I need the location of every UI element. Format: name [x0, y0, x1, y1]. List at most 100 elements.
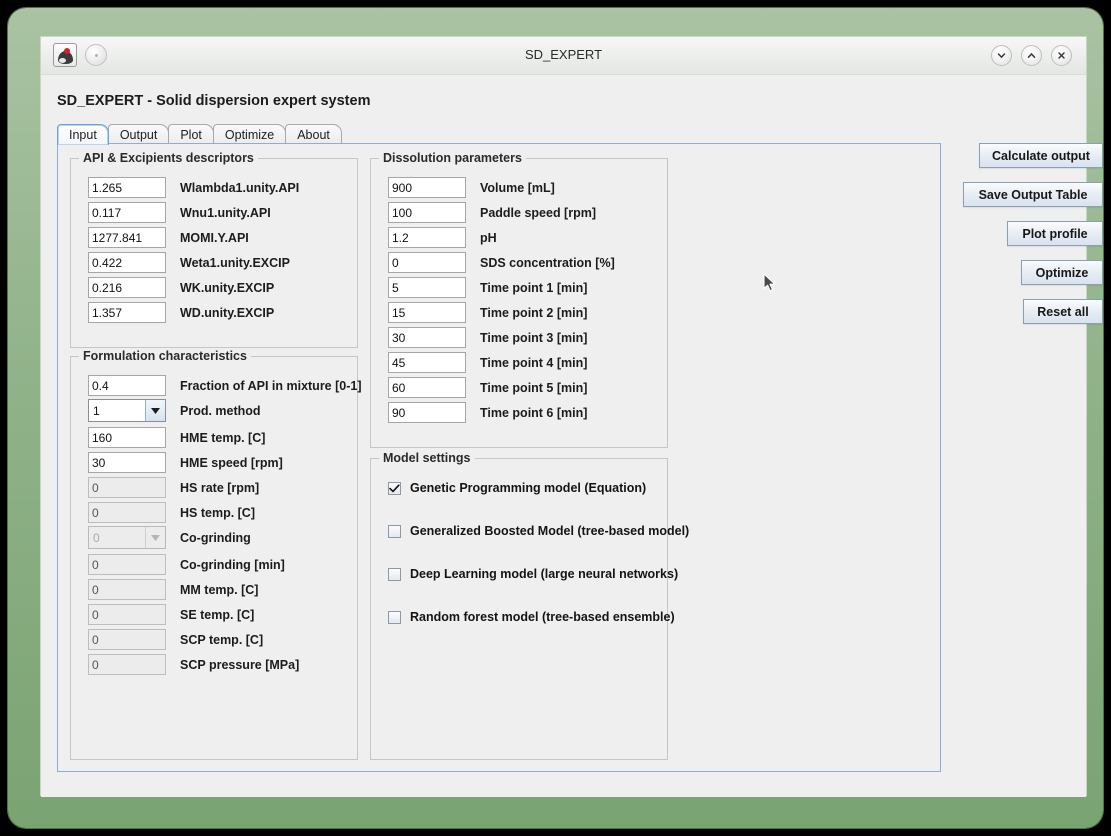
button-label: Plot profile	[1022, 226, 1088, 241]
field-label: SCP pressure [MPa]	[180, 657, 300, 672]
field-label: Fraction of API in mixture [0-1]	[180, 378, 362, 393]
window-title: SD_EXPERT	[524, 47, 603, 62]
input-time-point-1-min[interactable]: 5	[388, 277, 466, 298]
save-output-table-button[interactable]: Save Output Table	[963, 182, 1103, 207]
combo-value: 0	[93, 530, 100, 545]
minimize-button[interactable]	[991, 45, 1012, 66]
field-row-sds-concentration: 0 SDS concentration [%]	[388, 252, 615, 273]
field-label: Time point 5 [min]	[480, 380, 588, 395]
button-label: Reset all	[1037, 304, 1089, 319]
input-time-point-3-min[interactable]: 30	[388, 327, 466, 348]
optimize-button[interactable]: Optimize	[1021, 260, 1103, 285]
checkbox-row-genetic-programming-model-equation[interactable]: Genetic Programming model (Equation)	[388, 481, 646, 495]
field-row-co-grinding: 0 Co-grinding	[88, 526, 251, 549]
checkbox-unchecked-icon[interactable]	[388, 567, 401, 581]
checkbox-unchecked-icon[interactable]	[388, 610, 401, 624]
field-row-weta1-unity-excip: 0.422 Weta1.unity.EXCIP	[88, 252, 290, 273]
field-label: SCP temp. [C]	[180, 632, 264, 647]
input-time-point-6-min[interactable]: 90	[388, 402, 466, 423]
input-time-point-2-min[interactable]: 15	[388, 302, 466, 323]
tab-plot[interactable]: Plot	[168, 124, 214, 145]
calculate-output-button[interactable]: Calculate output	[979, 143, 1103, 168]
checkbox-unchecked-icon[interactable]	[388, 524, 401, 538]
field-row-time-point-2-min: 15 Time point 2 [min]	[388, 302, 587, 323]
field-label: HS temp. [C]	[180, 505, 255, 520]
group-legend-formulation: Formulation characteristics	[79, 349, 251, 363]
button-label: Save Output Table	[978, 187, 1088, 202]
field-label: SDS concentration [%]	[480, 255, 615, 270]
field-row-time-point-5-min: 60 Time point 5 [min]	[388, 377, 587, 398]
field-row-time-point-4-min: 45 Time point 4 [min]	[388, 352, 587, 373]
input-scp-pressure-mpa[interactable]: 0	[88, 654, 166, 675]
field-label: Wnu1.unity.API	[180, 205, 271, 220]
group-legend-model-settings: Model settings	[379, 451, 475, 465]
field-row-se-temp-c: 0 SE temp. [C]	[88, 604, 254, 625]
group-model-settings: Model settings Genetic Programming model…	[370, 451, 689, 760]
group-api-excipients: API & Excipients descriptors 1.265 Wlambd…	[70, 151, 358, 348]
input-wlambda1-unity-api[interactable]: 1.265	[88, 177, 166, 198]
field-row-hs-temp-c: 0 HS temp. [C]	[88, 502, 255, 523]
input-se-temp-c[interactable]: 0	[88, 604, 166, 625]
title-bar[interactable]: SD_EXPERT	[41, 37, 1086, 75]
input-sds-concentration[interactable]: 0	[388, 252, 466, 273]
input-mm-temp-c[interactable]: 0	[88, 579, 166, 600]
field-label: HME temp. [C]	[180, 430, 266, 445]
chevron-down-icon	[145, 400, 165, 421]
combo-value: 1	[93, 403, 100, 418]
application-window: SD_EXPERT SD_EXPERT - Solid dispersion e…	[40, 36, 1103, 797]
input-hme-speed-rpm[interactable]: 30	[88, 452, 166, 473]
input-wd-unity-excip[interactable]: 1.357	[88, 302, 166, 323]
field-row-co-grinding-min: 0 Co-grinding [min]	[88, 554, 285, 575]
checkbox-row-random-forest-model-tree-based-ensemble[interactable]: Random forest model (tree-based ensemble…	[388, 610, 675, 624]
field-row-time-point-6-min: 90 Time point 6 [min]	[388, 402, 587, 423]
group-legend-api-excipients: API & Excipients descriptors	[79, 151, 258, 165]
field-row-wnu1-unity-api: 0.117 Wnu1.unity.API	[88, 202, 271, 223]
window-controls	[991, 45, 1072, 66]
input-time-point-5-min[interactable]: 60	[388, 377, 466, 398]
input-fraction-of-api-in-mixture-0-1[interactable]: 0.4	[88, 375, 166, 396]
plot-profile-button[interactable]: Plot profile	[1007, 221, 1103, 246]
checkbox-label: Generalized Boosted Model (tree-based mo…	[410, 524, 690, 538]
input-volume-ml[interactable]: 900	[388, 177, 466, 198]
input-ph[interactable]: 1.2	[388, 227, 466, 248]
field-label: Time point 6 [min]	[480, 405, 588, 420]
field-row-time-point-3-min: 30 Time point 3 [min]	[388, 327, 587, 348]
close-button[interactable]	[1051, 45, 1072, 66]
input-hs-rate-rpm[interactable]: 0	[88, 477, 166, 498]
field-label: Wlambda1.unity.API	[180, 180, 300, 195]
maximize-button[interactable]	[1021, 45, 1042, 66]
checkbox-label: Random forest model (tree-based ensemble…	[410, 610, 675, 624]
checkbox-checked-icon[interactable]	[388, 481, 401, 495]
field-row-momi-y-api: 1277.841 MOMI.Y.API	[88, 227, 249, 248]
reset-all-button[interactable]: Reset all	[1023, 299, 1103, 324]
combo-co-grinding[interactable]: 0	[88, 526, 166, 549]
field-label: MM temp. [C]	[180, 582, 259, 597]
field-label: WK.unity.EXCIP	[180, 280, 275, 295]
input-time-point-4-min[interactable]: 45	[388, 352, 466, 373]
input-scp-temp-c[interactable]: 0	[88, 629, 166, 650]
input-wnu1-unity-api[interactable]: 0.117	[88, 202, 166, 223]
combo-prod-method[interactable]: 1	[88, 399, 166, 422]
chevron-down-icon	[145, 527, 165, 548]
checkbox-row-deep-learning-model-large-neural-networks[interactable]: Deep Learning model (large neural networ…	[388, 567, 678, 581]
button-label: Calculate output	[992, 148, 1090, 163]
field-label: Co-grinding	[180, 530, 251, 545]
action-button-panel: Calculate output Save Output Table Plot pr…	[957, 143, 1103, 338]
checkbox-row-generalized-boosted-model-tree-based-model[interactable]: Generalized Boosted Model (tree-based mo…	[388, 524, 689, 538]
input-momi-y-api[interactable]: 1277.841	[88, 227, 166, 248]
input-hme-temp-c[interactable]: 160	[88, 427, 166, 448]
tab-label: Optimize	[224, 128, 275, 142]
field-label: Co-grinding [min]	[180, 557, 285, 572]
tab-about[interactable]: About	[285, 124, 342, 145]
input-paddle-speed-rpm[interactable]: 100	[388, 202, 466, 223]
field-label: Time point 3 [min]	[480, 330, 588, 345]
field-row-time-point-1-min: 5 Time point 1 [min]	[388, 277, 587, 298]
input-weta1-unity-excip[interactable]: 0.422	[88, 252, 166, 273]
input-co-grinding-min[interactable]: 0	[88, 554, 166, 575]
input-wk-unity-excip[interactable]: 0.216	[88, 277, 166, 298]
tab-input[interactable]: Input	[57, 124, 109, 145]
tab-output[interactable]: Output	[107, 124, 170, 145]
input-hs-temp-c[interactable]: 0	[88, 502, 166, 523]
tab-optimize[interactable]: Optimize	[212, 124, 287, 145]
tab-bar: Input Output Plot Optimize About	[57, 123, 342, 145]
